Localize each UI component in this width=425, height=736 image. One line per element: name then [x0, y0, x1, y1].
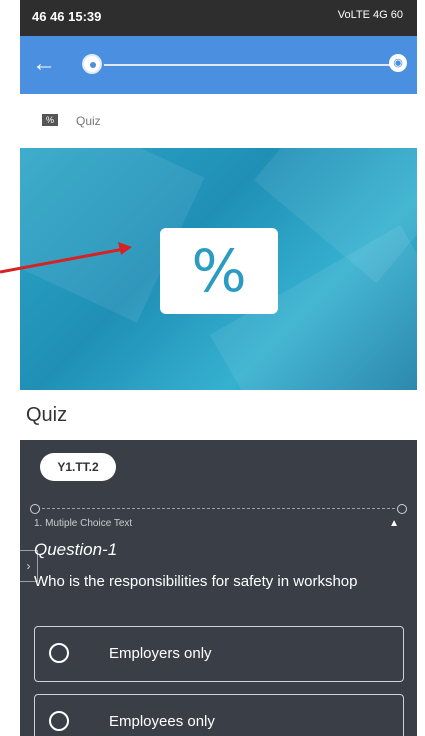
- annotation-arrow-head: [118, 242, 132, 255]
- annotation-arrow-line: [0, 247, 125, 274]
- annotation-arrow: [0, 242, 132, 274]
